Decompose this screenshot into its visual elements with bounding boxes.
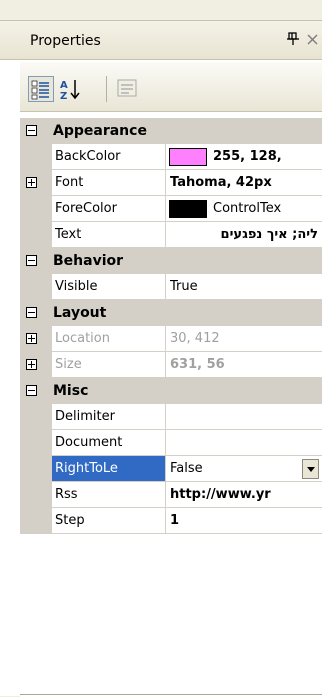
property-value-righttoleft[interactable]: False <box>166 456 322 482</box>
categorized-icon[interactable] <box>28 76 54 102</box>
expand-icon[interactable] <box>26 359 37 370</box>
property-name[interactable]: Delimiter <box>52 404 165 430</box>
dropdown-arrow-icon[interactable] <box>302 459 319 479</box>
property-name[interactable]: Size <box>52 352 165 378</box>
category-label: Misc <box>53 383 89 399</box>
svg-text:Z: Z <box>60 91 67 102</box>
property-row-visible[interactable]: Visible True <box>20 274 322 300</box>
property-value[interactable]: ליה; איך נפגעים <box>166 222 322 248</box>
collapse-icon[interactable] <box>26 307 37 318</box>
pin-icon[interactable] <box>286 31 300 47</box>
property-value[interactable]: True <box>166 274 322 300</box>
close-icon[interactable] <box>306 31 320 47</box>
property-value[interactable]: Tahoma, 42px <box>166 170 322 196</box>
category-label: Layout <box>53 305 107 321</box>
property-name[interactable]: Visible <box>52 274 165 300</box>
panel-titlebar: Properties <box>0 20 322 60</box>
panel-title: Properties <box>30 33 101 49</box>
property-name[interactable]: RightToLe <box>52 456 165 482</box>
property-value-forecolor[interactable]: ControlTex <box>166 196 322 222</box>
property-value[interactable]: 30, 412 <box>166 326 322 352</box>
property-name[interactable]: Rss <box>52 482 165 508</box>
category-label: Behavior <box>53 253 124 269</box>
collapse-icon[interactable] <box>26 385 37 396</box>
category-layout[interactable]: Layout <box>20 300 322 326</box>
property-row-forecolor[interactable]: ForeColor ControlTex <box>20 196 322 222</box>
expand-icon[interactable] <box>26 333 37 344</box>
property-name[interactable]: Document <box>52 430 165 456</box>
property-row-rss[interactable]: Rss http://www.yr <box>20 482 322 508</box>
property-row-text[interactable]: Text ליה; איך נפגעים <box>20 222 322 248</box>
category-misc[interactable]: Misc <box>20 378 322 404</box>
property-name[interactable]: ForeColor <box>52 196 165 222</box>
property-value: ControlTex <box>213 201 282 216</box>
property-row-size[interactable]: Size 631, 56 <box>20 352 322 378</box>
property-row-font[interactable]: Font Tahoma, 42px <box>20 170 322 196</box>
property-row-delimiter[interactable]: Delimiter <box>20 404 322 430</box>
property-pages-icon[interactable] <box>114 76 140 102</box>
property-value[interactable]: http://www.yr <box>166 482 322 508</box>
collapse-icon[interactable] <box>26 125 37 136</box>
properties-toolbar: A Z <box>20 62 322 112</box>
svg-text:A: A <box>60 80 68 91</box>
property-name[interactable]: BackColor <box>52 144 165 170</box>
color-swatch <box>169 199 207 218</box>
property-value[interactable]: 631, 56 <box>166 352 322 378</box>
collapse-icon[interactable] <box>26 255 37 266</box>
property-row-location[interactable]: Location 30, 412 <box>20 326 322 352</box>
category-label: Appearance <box>53 123 147 139</box>
expand-icon[interactable] <box>26 177 37 188</box>
alphabetical-icon[interactable]: A Z <box>58 76 84 102</box>
top-strip <box>0 0 322 20</box>
toolbar-separator <box>106 76 107 102</box>
property-name[interactable]: Text <box>52 222 165 248</box>
property-value: 255, 128, <box>213 149 282 164</box>
category-behavior[interactable]: Behavior <box>20 248 322 274</box>
property-row-backcolor[interactable]: BackColor 255, 128, <box>20 144 322 170</box>
property-name[interactable]: Font <box>52 170 165 196</box>
property-value-backcolor[interactable]: 255, 128, <box>166 144 322 170</box>
property-name[interactable]: Step <box>52 508 165 534</box>
property-value[interactable]: 1 <box>166 508 322 534</box>
property-row-document[interactable]: Document <box>20 430 322 456</box>
property-value[interactable] <box>166 430 322 456</box>
property-value: False <box>170 461 203 476</box>
property-name[interactable]: Location <box>52 326 165 352</box>
color-swatch <box>169 147 207 166</box>
property-value[interactable] <box>166 404 322 430</box>
category-appearance[interactable]: Appearance <box>20 118 322 144</box>
property-row-step[interactable]: Step 1 <box>20 508 322 534</box>
property-row-righttoleft[interactable]: RightToLe False <box>20 456 322 482</box>
